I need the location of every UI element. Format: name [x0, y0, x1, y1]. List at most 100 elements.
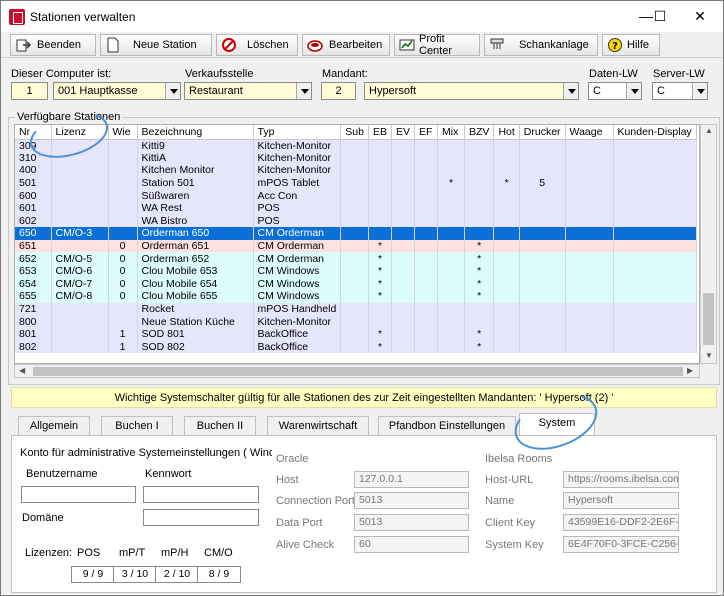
table-cell-eb: * — [368, 327, 393, 341]
loeschen-button[interactable]: Löschen — [216, 34, 298, 56]
scroll-down-icon[interactable]: ▼ — [705, 351, 713, 360]
neue-station-button[interactable]: Neue Station — [100, 34, 212, 56]
tab-buchen-i[interactable]: Buchen I — [101, 416, 173, 436]
table-cell-lizenz — [51, 164, 109, 177]
table-cell — [340, 302, 369, 316]
table-cell-bzv: * — [464, 239, 495, 253]
scroll-left-icon[interactable]: ◀ — [19, 366, 25, 375]
tab-allgemein[interactable]: Allgemein — [18, 416, 90, 436]
column-header-mix[interactable]: Mix — [437, 125, 466, 140]
scroll-up-icon[interactable]: ▲ — [705, 126, 713, 135]
lizenz-cmo-label: CM/O — [204, 547, 233, 559]
column-header-ef[interactable]: EF — [414, 125, 439, 140]
column-header-wie[interactable]: Wie — [108, 125, 138, 140]
table-row[interactable]: 600 Süßwaren Acc Con — [15, 189, 697, 202]
domaene-input[interactable] — [143, 509, 259, 526]
table-cell — [340, 327, 369, 341]
column-header-bzv[interactable]: BZV — [464, 125, 495, 140]
column-header-hot[interactable]: Hot — [493, 125, 520, 140]
mandant-name-combo[interactable]: Hypersoft — [364, 82, 579, 100]
app-icon — [9, 9, 25, 25]
column-header-waage[interactable]: Waage — [565, 125, 614, 140]
table-cell-typ: Kitchen-Monitor — [253, 315, 342, 328]
vertical-scroll-thumb[interactable] — [703, 293, 714, 345]
table-cell-drucker — [519, 315, 566, 328]
table-cell — [414, 239, 439, 253]
chevron-down-icon[interactable] — [296, 83, 311, 99]
table-cell — [414, 189, 439, 202]
bearbeiten-button[interactable]: Bearbeiten — [302, 34, 390, 56]
horizontal-scrollbar[interactable]: ◀ ▶ — [14, 364, 700, 378]
oracle-alive-field[interactable]: 60 — [354, 536, 469, 553]
column-header-drucker[interactable]: Drucker — [519, 125, 566, 140]
table-cell — [565, 290, 614, 303]
schankanlage-button[interactable]: Schankanlage — [484, 34, 598, 56]
column-header-bezeichnung[interactable]: Bezeichnung — [137, 125, 254, 140]
chevron-down-icon[interactable] — [626, 83, 641, 99]
column-header-kunden-display[interactable]: Kunden-Display — [613, 125, 697, 140]
table-row[interactable]: 801 1 SOD 801 BackOffice * * — [15, 327, 697, 341]
table-cell-hot — [493, 227, 520, 240]
table-row[interactable]: 654 CM/O-7 0 Clou Mobile 654 CM Windows * * — [15, 277, 697, 291]
horizontal-scroll-thumb[interactable] — [33, 367, 683, 376]
table-cell-lizenz — [51, 201, 109, 215]
ibelsa-hosturl-field[interactable]: https://rooms.ibelsa.com/a — [563, 471, 679, 488]
table-row[interactable]: 652 CM/O-5 0 Orderman 652 CM Orderman * * — [15, 252, 697, 265]
table-row[interactable]: 310 KittiA Kitchen-Monitor — [15, 151, 697, 165]
chevron-down-icon[interactable] — [165, 83, 180, 99]
column-header-eb[interactable]: EB — [368, 125, 393, 140]
vertical-scrollbar[interactable]: ▲ ▼ — [700, 124, 717, 364]
chevron-down-icon[interactable] — [692, 83, 707, 99]
close-button[interactable]: ✕ — [677, 1, 723, 32]
table-cell — [613, 151, 697, 165]
table-cell-nr: 501 — [15, 176, 52, 190]
oracle-dataport-field[interactable]: 5013 — [354, 514, 469, 531]
ibelsa-systemkey-field[interactable]: 6E4F70F0-3FCE-C256-CB — [563, 536, 679, 553]
table-row[interactable]: 802 1 SOD 802 BackOffice * * — [15, 340, 697, 354]
computer-nr-field[interactable]: 1 — [11, 82, 48, 100]
table-row[interactable]: 651 0 Orderman 651 CM Orderman * * — [15, 239, 697, 253]
scroll-right-icon[interactable]: ▶ — [687, 366, 693, 375]
column-header-ev[interactable]: EV — [391, 125, 416, 140]
table-cell-nr: 654 — [15, 277, 52, 291]
oracle-host-field[interactable]: 127.0.0.1 — [354, 471, 469, 488]
kennwort-input[interactable] — [143, 486, 259, 503]
table-row[interactable]: 400 Kitchen Monitor Kitchen-Monitor — [15, 164, 697, 177]
table-cell — [565, 239, 614, 253]
table-row[interactable]: 601 WA Rest POS — [15, 201, 697, 215]
table-cell-bzv — [464, 315, 495, 328]
computer-name-combo[interactable]: 001 Hauptkasse — [53, 82, 181, 100]
ibelsa-clientkey-field[interactable]: 43599E16-DDF2-2E6F-A8 — [563, 514, 679, 531]
oracle-port-field[interactable]: 5013 — [354, 492, 469, 509]
daten-lw-combo[interactable]: C — [588, 82, 642, 100]
table-cell-bzv — [464, 227, 495, 240]
table-cell — [391, 302, 416, 316]
table-row[interactable]: 602 WA Bistro POS — [15, 214, 697, 228]
column-header-typ[interactable]: Typ — [253, 125, 342, 140]
help-icon: ? — [608, 38, 622, 52]
benutzername-input[interactable] — [21, 486, 136, 503]
ibelsa-name-field[interactable]: Hypersoft — [563, 492, 679, 509]
profit-center-button[interactable]: Profit Center — [394, 33, 480, 57]
table-cell-wie — [108, 189, 138, 202]
server-lw-combo[interactable]: C — [652, 82, 708, 100]
table-cell-eb — [368, 201, 393, 215]
table-row[interactable]: 653 CM/O-6 0 Clou Mobile 653 CM Windows * * — [15, 264, 697, 278]
table-row[interactable]: 800 Neue Station Küche Kitchen-Monitor — [15, 315, 697, 328]
tab-buchen-ii[interactable]: Buchen II — [184, 416, 256, 436]
tab-warenwirtschaft[interactable]: Warenwirtschaft — [267, 416, 369, 436]
table-row[interactable]: 721 Rocket mPOS Handheld — [15, 302, 697, 316]
table-cell-nr: 650 — [15, 227, 52, 240]
verkaufsstelle-combo[interactable]: Restaurant — [184, 82, 312, 100]
chevron-down-icon[interactable] — [563, 83, 578, 99]
table-row[interactable]: 655 CM/O-8 0 Clou Mobile 655 CM Windows * * — [15, 290, 697, 303]
mandant-nr-field[interactable]: 2 — [321, 82, 356, 100]
tab-pfandbon[interactable]: Pfandbon Einstellungen — [378, 416, 516, 436]
column-header-sub[interactable]: Sub — [340, 125, 369, 140]
table-row[interactable]: 501 Station 501 mPOS Tablet * * 5 — [15, 176, 697, 190]
table-row[interactable]: 650 CM/O-3 Orderman 650 CM Orderman — [15, 227, 697, 240]
beenden-button[interactable]: Beenden — [10, 34, 96, 56]
server-lw-value: C — [657, 85, 665, 97]
table-row[interactable]: 309 Kitti9 Kitchen-Monitor — [15, 139, 697, 152]
hilfe-button[interactable]: ? Hilfe — [602, 34, 660, 56]
